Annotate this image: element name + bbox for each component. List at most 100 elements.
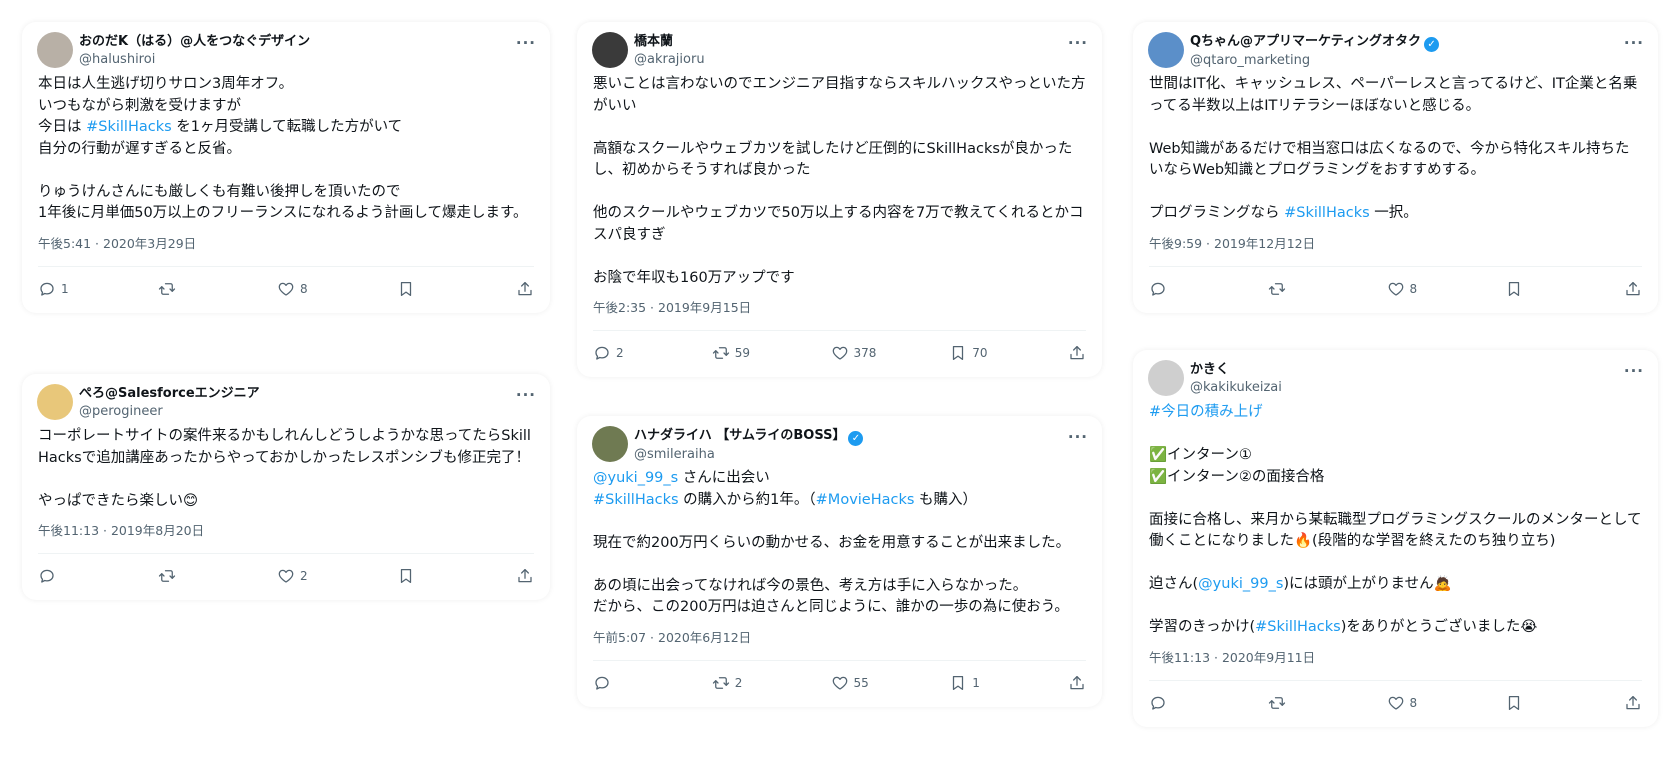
author-handle[interactable]: @kakikukeizai — [1190, 379, 1282, 396]
author-name[interactable]: 橋本蘭 — [634, 33, 705, 51]
more-icon[interactable]: ··· — [516, 34, 536, 52]
author-handle[interactable]: @akrajioru — [634, 51, 705, 68]
like-button[interactable]: 378 — [831, 343, 876, 363]
more-icon[interactable]: ··· — [1624, 362, 1644, 380]
retweet-button[interactable]: 59 — [712, 343, 750, 363]
author-name-text[interactable]: おのだK（はる）@人をつなぐデザイン — [79, 34, 310, 49]
author-name[interactable]: おのだK（はる）@人をつなぐデザイン — [79, 33, 310, 51]
heart-icon — [1387, 694, 1405, 712]
author-name[interactable]: ぺろ@Salesforceエンジニア — [79, 385, 260, 403]
heart-icon — [831, 674, 849, 692]
reply-button[interactable] — [1149, 693, 1172, 713]
tweet-text: 世間はIT化、キャッシュレス、ペーパーレスと言ってるけど、IT企業と名乗ってる半… — [1133, 74, 1658, 225]
avatar[interactable] — [37, 32, 73, 68]
heart-icon — [1387, 280, 1405, 298]
retweet-button[interactable] — [158, 279, 181, 299]
tweet-text-segment: さんに出会い — [682, 470, 770, 486]
tweet-header: Qちゃん@アプリマーケティングオタク ✓ @qtaro_marketing ··· — [1133, 22, 1658, 74]
tweet-link[interactable]: #SkillHacks — [86, 119, 172, 135]
reply-count: 2 — [616, 346, 624, 360]
author-handle[interactable]: @perogineer — [79, 403, 260, 420]
author-name[interactable]: ハナダライハ 【サムライのBOSS】 ✓ — [634, 427, 864, 446]
tweet-card: おのだK（はる）@人をつなぐデザイン @halushiroi ··· 本日は人生逃げ切… — [22, 22, 550, 313]
author-name[interactable]: かきく — [1190, 361, 1282, 379]
tweet-text: 悪いことは言わないのでエンジニア目指すならスキルハックスやっといた方がいい 高額… — [577, 74, 1102, 289]
bookmark-button[interactable]: 70 — [949, 343, 988, 363]
tweet-timestamp[interactable]: 午前5:07 · 2020年6月12日 — [577, 629, 1102, 647]
like-button[interactable]: 8 — [1387, 279, 1418, 299]
retweet-button[interactable]: 2 — [712, 673, 743, 693]
author-block: ぺろ@Salesforceエンジニア @perogineer — [79, 385, 260, 420]
reply-button[interactable] — [1149, 279, 1172, 299]
avatar[interactable] — [592, 426, 628, 462]
tweet-link[interactable]: #SkillHacks — [1255, 619, 1341, 635]
retweet-button[interactable] — [1268, 279, 1291, 299]
tweet-header: かきく @kakikukeizai ··· — [1133, 350, 1658, 402]
tweet-link[interactable]: @yuki_99_s — [1198, 576, 1283, 592]
share-icon — [1068, 344, 1086, 362]
tweet-text: 本日は人生逃げ切りサロン3周年オフ。 いつもながら刺激を受けますが 今日は #S… — [22, 74, 550, 225]
tweet-link[interactable]: #MovieHacks — [816, 492, 915, 508]
bookmark-button[interactable]: 1 — [949, 673, 980, 693]
retweet-icon — [712, 674, 730, 692]
author-name-text[interactable]: ハナダライハ 【サムライのBOSS】 — [634, 428, 845, 443]
reply-button[interactable]: 2 — [593, 343, 624, 363]
bookmark-button[interactable] — [1505, 693, 1528, 713]
like-button[interactable]: 8 — [277, 279, 308, 299]
tweet-card: Qちゃん@アプリマーケティングオタク ✓ @qtaro_marketing ··· 世間… — [1133, 22, 1658, 313]
retweet-count: 2 — [734, 675, 743, 690]
verified-badge-icon: ✓ — [848, 431, 864, 446]
tweet-link[interactable]: #SkillHacks — [593, 492, 679, 508]
avatar[interactable] — [592, 32, 628, 68]
share-icon — [516, 280, 534, 298]
author-handle[interactable]: @halushiroi — [79, 51, 310, 68]
tweet-timestamp[interactable]: 午後9:59 · 2019年12月12日 — [1133, 235, 1658, 253]
author-name-text[interactable]: Qちゃん@アプリマーケティングオタク — [1190, 34, 1421, 49]
author-name[interactable]: Qちゃん@アプリマーケティングオタク ✓ — [1190, 33, 1440, 52]
avatar[interactable] — [1148, 32, 1184, 68]
like-button[interactable]: 8 — [1387, 693, 1417, 713]
tweet-timestamp[interactable]: 午後2:35 · 2019年9月15日 — [577, 299, 1102, 317]
reply-icon — [38, 280, 56, 298]
share-button[interactable] — [1624, 279, 1642, 299]
tweet-link[interactable]: #今日の積み上げ — [1149, 404, 1263, 420]
avatar[interactable] — [37, 384, 73, 420]
share-button[interactable] — [516, 566, 534, 586]
like-button[interactable]: 55 — [831, 673, 869, 693]
tweet-link[interactable]: @yuki_99_s — [593, 470, 678, 486]
share-button[interactable] — [1624, 693, 1642, 713]
share-button[interactable] — [1068, 673, 1086, 693]
tweet-text-segment: 世間はIT化、キャッシュレス、ペーパーレスと言ってるけど、IT企業と名乗ってる半… — [1149, 76, 1638, 221]
share-icon — [1624, 280, 1642, 298]
author-name-text[interactable]: ぺろ@Salesforceエンジニア — [79, 386, 260, 401]
tweet-timestamp[interactable]: 午後5:41 · 2020年3月29日 — [22, 235, 550, 253]
more-icon[interactable]: ··· — [1068, 34, 1088, 52]
share-button[interactable] — [516, 279, 534, 299]
avatar[interactable] — [1148, 360, 1184, 396]
tweet-timestamp[interactable]: 午後11:13 · 2019年8月20日 — [22, 522, 550, 540]
bookmark-button[interactable] — [397, 566, 420, 586]
author-name-text[interactable]: かきく — [1190, 362, 1229, 377]
reply-button[interactable] — [593, 673, 616, 693]
author-name-text[interactable]: 橋本蘭 — [634, 34, 673, 49]
share-button[interactable] — [1068, 343, 1086, 363]
reply-count: 1 — [61, 281, 69, 296]
tweet-actions: 2 55 1 — [577, 661, 1102, 707]
verified-badge-icon: ✓ — [1424, 37, 1440, 52]
reply-button[interactable]: 1 — [38, 279, 69, 299]
more-icon[interactable]: ··· — [1624, 34, 1644, 52]
more-icon[interactable]: ··· — [516, 386, 536, 404]
retweet-button[interactable] — [158, 566, 181, 586]
author-handle[interactable]: @smileraiha — [634, 446, 863, 463]
tweet-timestamp[interactable]: 午後11:13 · 2020年9月11日 — [1133, 649, 1658, 667]
like-count: 8 — [1409, 281, 1418, 296]
more-icon[interactable]: ··· — [1068, 428, 1088, 446]
tweet-link[interactable]: #SkillHacks — [1284, 205, 1370, 221]
like-button[interactable]: 2 — [277, 566, 308, 586]
bookmark-button[interactable] — [397, 279, 420, 299]
reply-button[interactable] — [38, 566, 61, 586]
bookmark-button[interactable] — [1505, 279, 1528, 299]
author-handle[interactable]: @qtaro_marketing — [1190, 52, 1439, 69]
tweet-text-segment: も購入） 現在で約200万円くらいの動かせる、お金を用意することが出来ました。 … — [593, 491, 1071, 616]
retweet-button[interactable] — [1268, 693, 1291, 713]
